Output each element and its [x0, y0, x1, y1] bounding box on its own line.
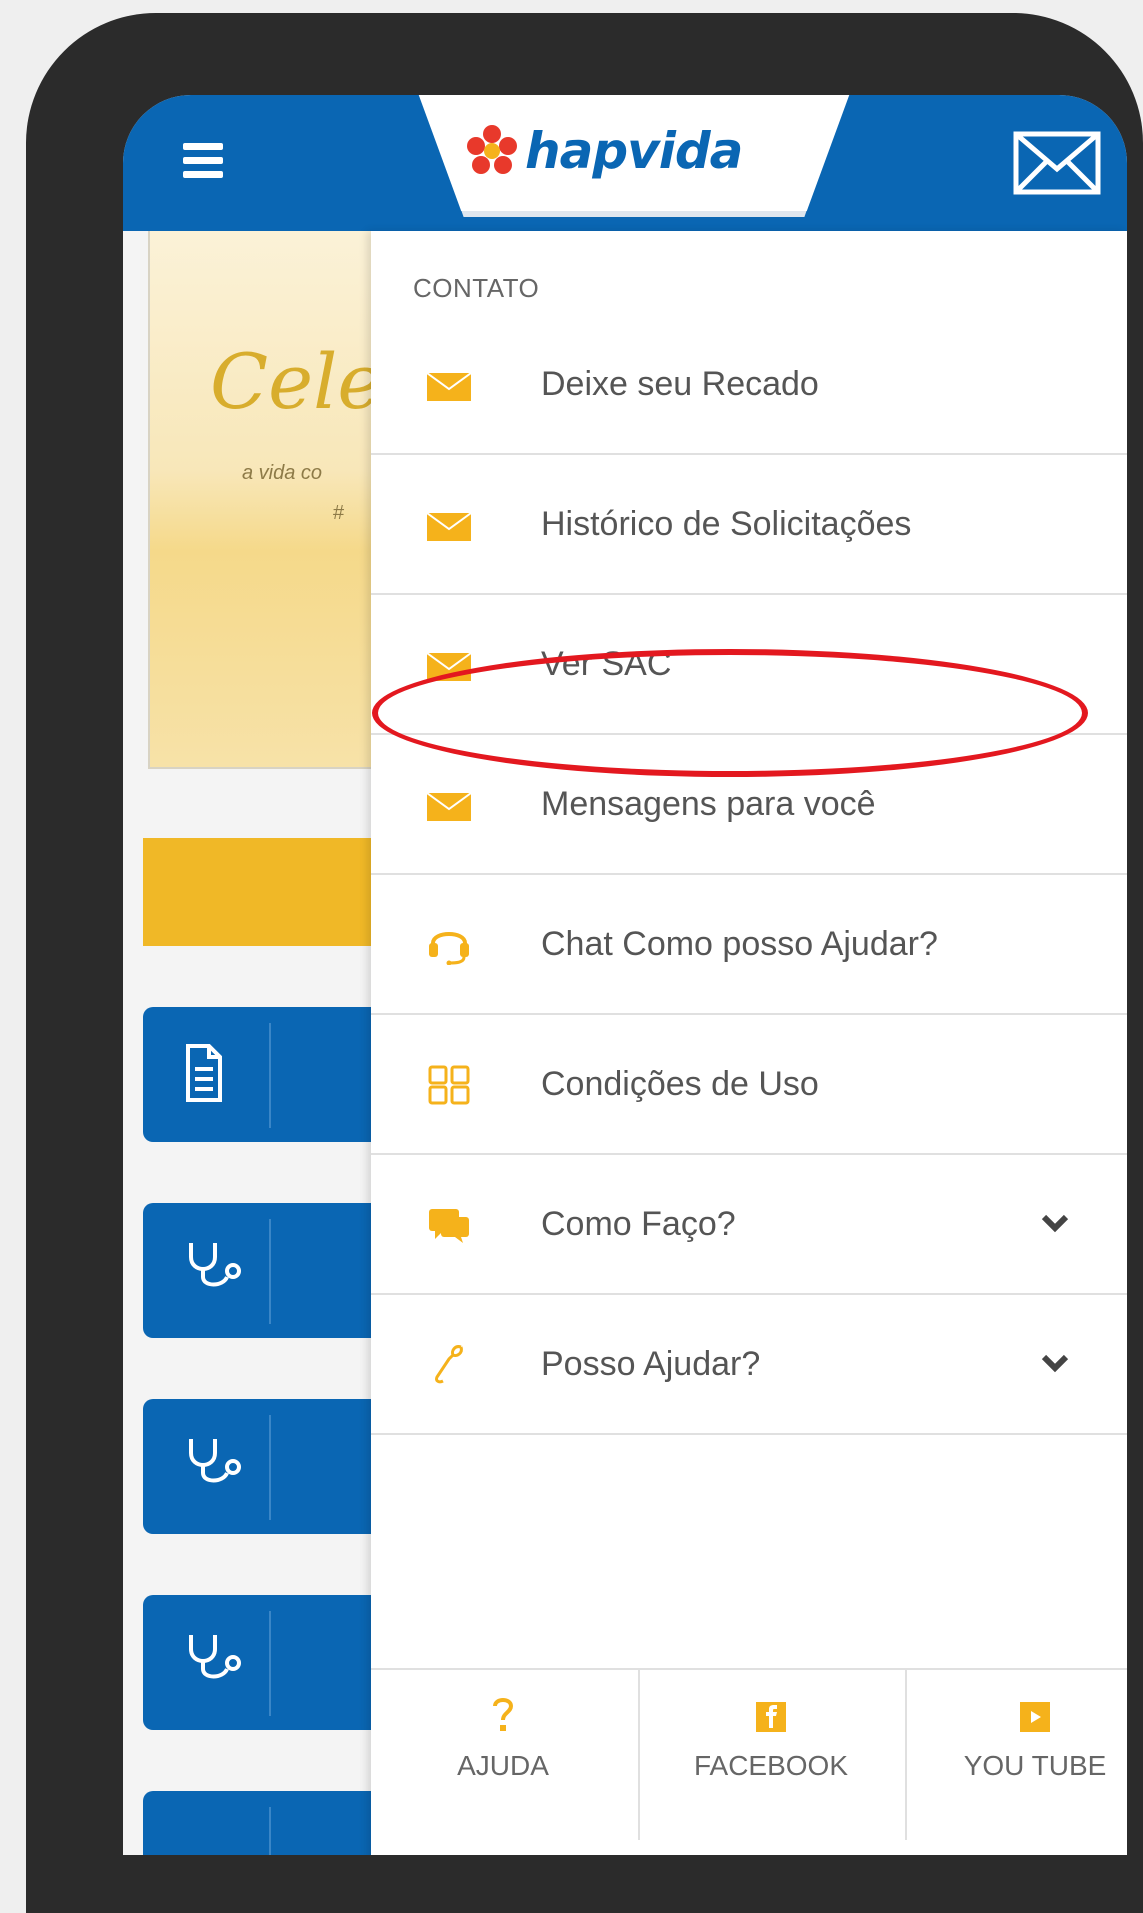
youtube-icon: [1020, 1702, 1050, 1732]
menu-item-como-faco[interactable]: Como Faço?: [371, 1157, 1127, 1295]
app-header: hapvida: [123, 95, 1127, 231]
menu-item-ver-sac[interactable]: Ver SAC: [371, 597, 1127, 735]
menu-item-label: Deixe seu Recado: [541, 365, 819, 403]
menu-item-mensagens[interactable]: Mensagens para você: [371, 737, 1127, 875]
chevron-down-icon[interactable]: [1041, 1213, 1069, 1235]
hamburger-menu-icon[interactable]: [183, 143, 223, 179]
stethoscope-icon: [189, 1439, 241, 1483]
envelope-icon: [427, 512, 471, 541]
medical-tile[interactable]: [143, 1791, 383, 1855]
stethoscope-icon: [189, 1635, 241, 1679]
tile-divider: [269, 1807, 271, 1855]
phone-icon: [435, 1345, 463, 1384]
medical-tile[interactable]: [143, 1203, 383, 1338]
hapvida-logo[interactable]: hapvida: [463, 121, 743, 181]
youtube-link[interactable]: YOU TUBE: [903, 1670, 1127, 1840]
envelope-icon: [427, 792, 471, 821]
menu-item-label: Ver SAC: [541, 645, 672, 683]
tile-divider: [269, 1023, 271, 1128]
app-screen: Cele a vida co # hapvida CONTATO Deixe s…: [123, 95, 1127, 1855]
menu-item-label: Posso Ajudar?: [541, 1345, 761, 1383]
menu-item-deixe-seu-recado[interactable]: Deixe seu Recado: [371, 317, 1127, 455]
ajuda-label: AJUDA: [457, 1750, 549, 1781]
bottom-links-bar: AJUDA FACEBOOK YOU TUBE: [371, 1668, 1127, 1840]
tile-divider: [269, 1219, 271, 1324]
banner-title: Cele: [210, 337, 383, 426]
facebook-icon: [756, 1702, 786, 1732]
menu-item-label: Chat Como posso Ajudar?: [541, 925, 938, 963]
ajuda-link[interactable]: AJUDA: [371, 1670, 635, 1840]
menu-item-label: Mensagens para você: [541, 785, 876, 823]
youtube-label: YOU TUBE: [963, 1750, 1107, 1781]
section-title: CONTATO: [413, 273, 540, 303]
banner-subtitle: a vida co: [242, 462, 323, 484]
medical-tile[interactable]: [143, 1595, 383, 1730]
tile-divider: [269, 1415, 271, 1520]
menu-item-chat[interactable]: Chat Como posso Ajudar?: [371, 877, 1127, 1015]
menu-item-historico-solicitacoes[interactable]: Histórico de Solicitações: [371, 457, 1127, 595]
menu-item-label: Condições de Uso: [541, 1065, 819, 1103]
grid-icon: [428, 1065, 470, 1105]
phone-frame: Cele a vida co # hapvida CONTATO Deixe s…: [26, 13, 1143, 1913]
flower-logo-icon: [467, 125, 517, 174]
logo-text: hapvida: [525, 122, 743, 180]
mail-icon[interactable]: [1013, 131, 1101, 195]
question-icon: [493, 1698, 514, 1731]
stethoscope-icon: [189, 1243, 241, 1287]
menu-item-label: Histórico de Solicitações: [541, 505, 912, 543]
document-icon: [186, 1044, 222, 1102]
headset-icon: [429, 932, 469, 965]
chevron-down-icon[interactable]: [1041, 1353, 1069, 1375]
yellow-action-bar[interactable]: [143, 838, 383, 946]
document-tile[interactable]: [143, 1007, 383, 1142]
contact-drawer: CONTATO Deixe seu Recado Histórico de So…: [371, 231, 1127, 1855]
envelope-icon: [427, 372, 471, 401]
menu-item-posso-ajudar[interactable]: Posso Ajudar?: [371, 1297, 1127, 1435]
envelope-icon: [427, 652, 471, 681]
tile-divider: [269, 1611, 271, 1716]
facebook-link[interactable]: FACEBOOK: [639, 1670, 903, 1840]
medical-tile[interactable]: [143, 1399, 383, 1534]
facebook-label: FACEBOOK: [693, 1750, 849, 1781]
menu-item-condicoes-de-uso[interactable]: Condições de Uso: [371, 1017, 1127, 1155]
menu-item-label: Como Faço?: [541, 1205, 736, 1243]
promo-banner[interactable]: Cele a vida co #: [148, 225, 382, 769]
chat-bubbles-icon: [429, 1209, 469, 1243]
banner-hashtag: #: [333, 502, 345, 524]
